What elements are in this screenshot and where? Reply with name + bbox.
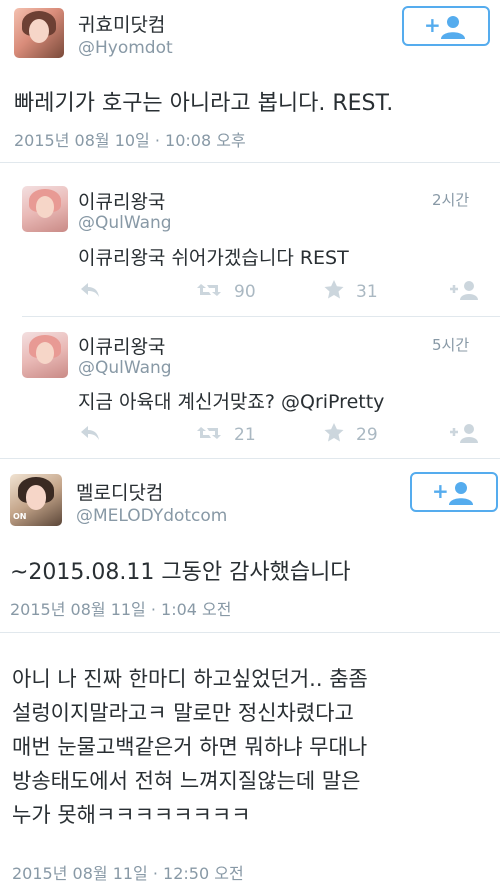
reply-icon[interactable] <box>80 425 100 441</box>
divider <box>0 632 500 633</box>
tweet-text-line: 설렁이지말라고ㅋ 말로만 정신차렸다고 <box>12 701 354 725</box>
tweet-text-line: 방송태도에서 전혀 느껴지질않는데 말은 <box>12 769 361 793</box>
avatar[interactable] <box>14 8 64 58</box>
reply-author-name[interactable]: 이큐리왕국 <box>78 332 165 359</box>
retweet-count[interactable]: 21 <box>234 425 256 445</box>
plus-icon: + <box>424 13 441 37</box>
divider <box>22 316 500 317</box>
retweet-count[interactable]: 90 <box>234 282 256 302</box>
avatar-face <box>25 485 47 511</box>
follow-button[interactable]: + <box>402 6 490 46</box>
add-person-icon <box>449 482 473 505</box>
tweet-text: ~2015.08.11 그동안 감사했습니다 <box>10 560 351 585</box>
avatar[interactable]: ON <box>10 474 62 526</box>
tweet-text: 아니 나 진짜 한마디 하고싶었던거.. 춤좀 설렁이지말라고ㅋ 말로만 정신차… <box>12 662 492 832</box>
reply-text: 지금 아육대 계신거맞죠? @QriPretty <box>78 391 385 413</box>
avatar[interactable] <box>22 186 68 232</box>
avatar-face <box>35 342 55 365</box>
avatar-face <box>29 19 49 43</box>
add-person-icon[interactable] <box>450 280 480 300</box>
divider <box>0 458 500 459</box>
favorite-count[interactable]: 31 <box>356 282 378 302</box>
avatar-badge: ON <box>13 512 27 521</box>
reply-relative-time[interactable]: 2시간 <box>432 189 469 210</box>
reply-icon[interactable] <box>80 282 100 298</box>
avatar[interactable] <box>22 332 68 378</box>
star-icon[interactable] <box>324 423 344 442</box>
reply-text: 이큐리왕국 쉬어가겠습니다 REST <box>78 247 349 269</box>
tweet-text-line: 매번 눈물고백같은거 하면 뭐하냐 무대나 <box>12 735 368 759</box>
tweet-timestamp[interactable]: 2015년 08월 11일 · 12:50 오전 <box>12 860 244 884</box>
reply-relative-time[interactable]: 5시간 <box>432 334 469 355</box>
retweet-icon[interactable] <box>196 282 222 298</box>
plus-icon: + <box>432 479 449 503</box>
reply-author-handle[interactable]: @QulWang <box>78 213 172 233</box>
avatar-face <box>35 196 55 219</box>
follow-button[interactable]: + <box>410 472 498 512</box>
reply-author-handle[interactable]: @QulWang <box>78 358 172 378</box>
author-handle[interactable]: @MELODYdotcom <box>76 506 227 526</box>
tweet-text: 빠레기가 호구는 아니라고 봅니다. REST. <box>14 91 394 116</box>
reply-author-name[interactable]: 이큐리왕국 <box>78 187 165 214</box>
author-name[interactable]: 멜로디닷컴 <box>76 478 163 505</box>
add-person-icon <box>441 16 465 39</box>
retweet-icon[interactable] <box>196 425 222 441</box>
favorite-count[interactable]: 29 <box>356 425 378 445</box>
add-person-icon[interactable] <box>450 423 480 443</box>
tweet-timestamp[interactable]: 2015년 08월 11일 · 1:04 오전 <box>10 596 231 620</box>
author-name[interactable]: 귀효미닷컴 <box>78 10 165 37</box>
author-handle[interactable]: @Hyomdot <box>78 38 173 58</box>
tweet-text-line: 아니 나 진짜 한마디 하고싶었던거.. 춤좀 <box>12 667 368 691</box>
star-icon[interactable] <box>324 280 344 299</box>
tweet-text-line: 누가 못해ㅋㅋㅋㅋㅋㅋㅋㅋ <box>12 803 251 827</box>
tweet-timestamp[interactable]: 2015년 08월 10일 · 10:08 오후 <box>14 127 246 151</box>
divider <box>0 162 500 163</box>
